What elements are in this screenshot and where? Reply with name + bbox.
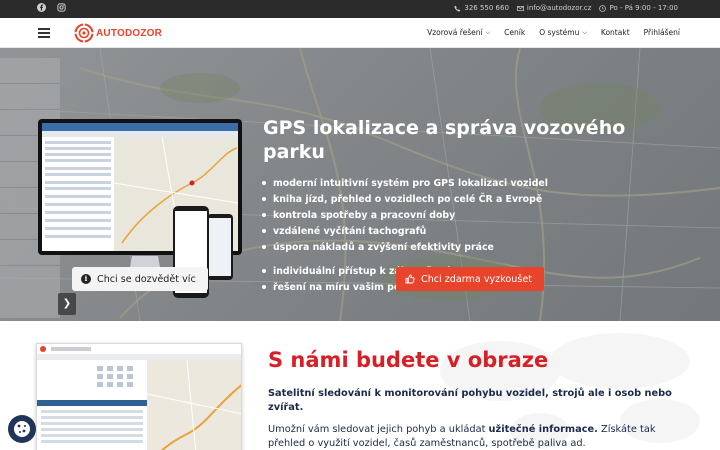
facebook-icon[interactable] bbox=[37, 3, 48, 14]
free-trial-label: Chci zdarma vyzkoušet bbox=[421, 273, 533, 285]
nav-item-label: O systému bbox=[539, 28, 580, 37]
cookie-settings-button[interactable] bbox=[8, 415, 36, 443]
nav-item-o-systemu[interactable]: O systému ⌵ bbox=[539, 28, 587, 37]
nav-menu: Vzorová řešení ⌵ Ceník O systému ⌵ Kontakt… bbox=[427, 28, 680, 37]
contact-info: 326 550 660 info@autodozor.cz Po - Pá 9:… bbox=[454, 4, 678, 12]
feature-item: úspora nákladů a zvýšení efektivity prác… bbox=[262, 239, 548, 255]
feature-item: moderní intuitivní systém pro GPS lokali… bbox=[262, 175, 548, 191]
opening-hours: Po - Pá 9:00 - 17:00 bbox=[599, 4, 678, 12]
nav-item-label: Vzorová řešení bbox=[427, 28, 483, 37]
email-address: info@autodozor.cz bbox=[526, 4, 592, 12]
hamburger-menu-icon[interactable] bbox=[38, 28, 50, 38]
chevron-down-icon: ⌵ bbox=[485, 28, 491, 36]
chevron-down-icon: ⌵ bbox=[582, 28, 587, 36]
phone-mockup-small bbox=[207, 214, 233, 280]
section-lead: Satelitní sledování k monitorování pohyb… bbox=[268, 388, 672, 413]
phone-number: 326 550 660 bbox=[464, 4, 509, 12]
logo-target-icon bbox=[74, 23, 94, 43]
nav-item-label: Ceník bbox=[504, 28, 526, 37]
instagram-icon[interactable] bbox=[57, 3, 68, 14]
info-icon: i bbox=[81, 274, 91, 284]
section-heading: S námi budete v obraze bbox=[268, 348, 549, 372]
nav-item-kontakt[interactable]: Kontakt bbox=[601, 28, 630, 37]
cookie-icon bbox=[14, 421, 30, 437]
feature-item: kniha jízd, přehled o vozidlech po celé … bbox=[262, 191, 548, 207]
logo[interactable]: AUTODOZOR bbox=[74, 23, 162, 43]
clock-icon bbox=[599, 4, 607, 12]
thumbs-up-icon bbox=[405, 274, 415, 284]
envelope-icon bbox=[516, 5, 524, 11]
hours-text: Po - Pá 9:00 - 17:00 bbox=[609, 4, 678, 12]
hero-title: GPS lokalizace a správa vozového parku bbox=[263, 117, 626, 163]
logo-text: AUTODOZOR bbox=[96, 27, 163, 39]
nav-item-cenik[interactable]: Ceník bbox=[504, 28, 525, 37]
nav-item-label: Přihlášení bbox=[643, 28, 680, 37]
main-navigation: AUTODOZOR Vzorová řešení ⌵ Ceník O systém… bbox=[0, 18, 720, 48]
chevron-right-icon[interactable]: ❯ bbox=[58, 293, 76, 315]
section-body: Umožní vám sledovat jejich pohyb a uklád… bbox=[268, 424, 656, 449]
social-links bbox=[37, 3, 68, 14]
intro-section: S námi budete v obraze Satelitní sledová… bbox=[0, 321, 720, 450]
email-contact[interactable]: info@autodozor.cz bbox=[516, 4, 592, 12]
free-trial-button[interactable]: Chci zdarma vyzkoušet bbox=[396, 267, 544, 291]
phone-contact[interactable]: 326 550 660 bbox=[454, 4, 509, 12]
top-bar: 326 550 660 info@autodozor.cz Po - Pá 9:… bbox=[0, 0, 720, 18]
learn-more-button[interactable]: i Chci se dozvědět víc bbox=[72, 267, 208, 291]
nav-item-label: Kontakt bbox=[600, 28, 630, 37]
nav-item-vzorova-reseni[interactable]: Vzorová řešení ⌵ bbox=[427, 28, 490, 37]
nav-item-prihlaseni[interactable]: Přihlášení bbox=[644, 28, 680, 37]
feature-item: vzdálené vyčítání tachografů bbox=[262, 223, 548, 239]
phone-icon bbox=[454, 5, 461, 12]
feature-item: kontrola spotřeby a pracovní doby bbox=[262, 207, 548, 223]
app-screenshot-preview bbox=[36, 343, 242, 450]
learn-more-label: Chci se dozvědět víc bbox=[97, 273, 196, 285]
